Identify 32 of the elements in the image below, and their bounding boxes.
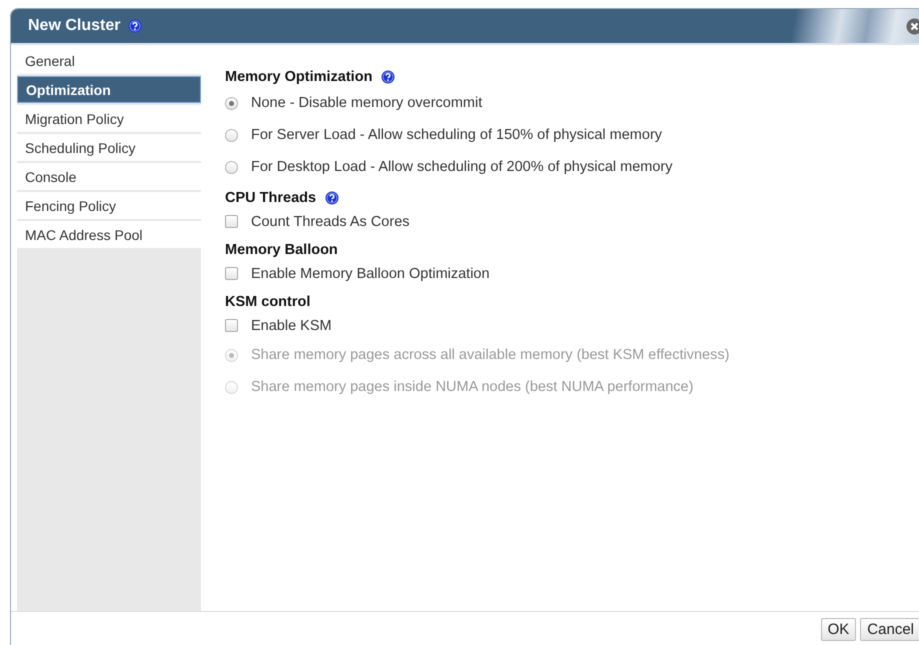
option-label: For Desktop Load - Allow scheduling of 200% of physical memory bbox=[251, 159, 673, 175]
ok-button[interactable]: OK bbox=[820, 618, 856, 641]
radio-button[interactable] bbox=[225, 96, 238, 110]
sidebar-tab[interactable]: Scheduling Policy bbox=[17, 134, 201, 161]
section-heading: CPU Threads bbox=[225, 190, 316, 206]
section-heading: Memory Balloon bbox=[225, 242, 338, 258]
checkbox[interactable] bbox=[225, 267, 238, 280]
option-label: For Server Load - Allow scheduling of 150% of physical memory bbox=[251, 127, 662, 143]
option-label: Share memory pages across all available memory (best KSM effectivness) bbox=[251, 347, 730, 363]
help-icon[interactable] bbox=[325, 191, 340, 205]
help-icon[interactable] bbox=[381, 70, 396, 84]
cancel-button[interactable]: Cancel bbox=[860, 618, 919, 641]
section-heading: KSM control bbox=[225, 294, 310, 310]
option-label: None - Disable memory overcommit bbox=[251, 95, 482, 111]
sidebar-tab[interactable]: Optimization bbox=[17, 76, 201, 103]
sidebar-tab[interactable]: MAC Address Pool bbox=[17, 221, 201, 248]
radio-button[interactable] bbox=[225, 160, 238, 174]
sidebar-tab[interactable]: Migration Policy bbox=[17, 105, 201, 132]
sidebar-tab[interactable]: Console bbox=[17, 163, 201, 190]
help-icon[interactable] bbox=[128, 19, 142, 33]
option-label: Enable Memory Balloon Optimization bbox=[251, 266, 490, 282]
section-heading: Memory Optimization bbox=[225, 69, 372, 85]
close-icon[interactable] bbox=[906, 18, 919, 35]
checkbox[interactable] bbox=[225, 319, 238, 332]
radio-button[interactable] bbox=[225, 128, 238, 142]
dialog-title: New Cluster bbox=[28, 17, 120, 35]
sidebar-tab[interactable]: Fencing Policy bbox=[17, 192, 201, 219]
checkbox[interactable] bbox=[225, 215, 238, 228]
option-label: Count Threads As Cores bbox=[251, 214, 410, 230]
option-label: Enable KSM bbox=[251, 318, 332, 334]
sidebar-tab[interactable]: General bbox=[17, 47, 201, 74]
option-label: Share memory pages inside NUMA nodes (best NUMA performance) bbox=[251, 379, 694, 395]
